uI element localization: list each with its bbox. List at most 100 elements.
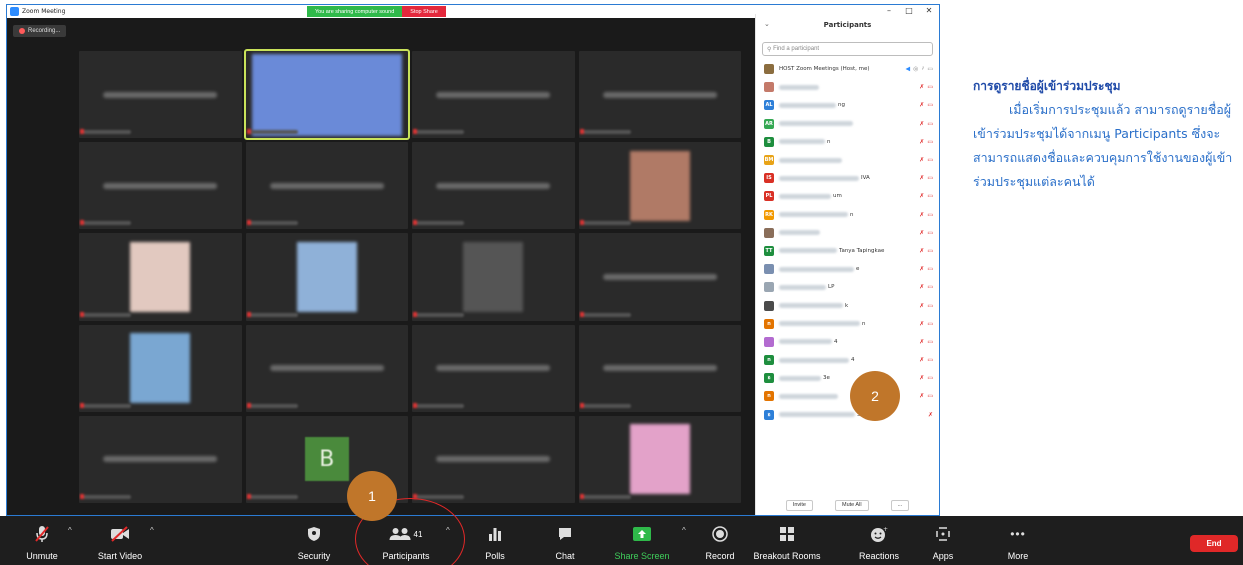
participant-row[interactable]: อ5✗: [756, 406, 939, 424]
recording-indicator[interactable]: Recording...: [13, 25, 67, 37]
tile-participant-name: [436, 182, 551, 189]
participant-row[interactable]: TT Tanya Tapingkae ✗ ▭: [756, 242, 939, 260]
security-button[interactable]: Security: [294, 516, 334, 565]
participant-row[interactable]: n ✗ ▭: [756, 387, 939, 405]
participant-row[interactable]: k ✗ ▭: [756, 296, 939, 314]
share-caret-icon[interactable]: ^: [682, 526, 686, 535]
mic-muted-icon: ✗: [919, 212, 925, 219]
polls-button[interactable]: Polls: [480, 516, 510, 565]
video-tile[interactable]: [578, 142, 741, 230]
video-off-icon: ▭: [927, 175, 933, 182]
share-screen-label: Share Screen: [614, 551, 670, 561]
record-button[interactable]: Record: [702, 516, 738, 565]
mute-all-button[interactable]: Mute All: [834, 499, 869, 511]
end-meeting-button[interactable]: End: [1190, 535, 1238, 552]
video-tile[interactable]: [412, 142, 575, 230]
stop-share-button[interactable]: Stop Share: [402, 6, 446, 17]
tile-name-label: [413, 311, 464, 317]
participant-row[interactable]: AR ✗ ▭: [756, 115, 939, 133]
participant-status-icons: ✗ ▭: [919, 357, 933, 364]
participant-row[interactable]: LP ✗ ▭: [756, 278, 939, 296]
more-button[interactable]: ••• More: [1004, 516, 1032, 565]
participant-row[interactable]: AL ng ✗ ▭: [756, 96, 939, 114]
video-caret-icon[interactable]: ^: [150, 526, 154, 535]
video-tile[interactable]: [412, 51, 575, 139]
mic-muted-icon: ✗: [919, 175, 925, 182]
video-tile[interactable]: [245, 324, 408, 412]
participant-row[interactable]: ✗ ▭: [756, 224, 939, 242]
participant-photo: [629, 424, 690, 495]
participant-row[interactable]: PL um ✗ ▭: [756, 187, 939, 205]
participant-row[interactable]: Bn ✗ ▭: [756, 133, 939, 151]
video-tile[interactable]: [578, 51, 741, 139]
participant-avatar: อ: [764, 409, 774, 420]
apps-button[interactable]: Apps: [930, 516, 956, 565]
video-off-icon: ▭: [927, 284, 933, 291]
video-tile[interactable]: [79, 142, 242, 230]
participant-avatar: AL: [764, 100, 774, 111]
mic-muted-icon: ✗: [927, 412, 933, 419]
polls-label: Polls: [485, 551, 505, 561]
instruction-note: การดูรายชื่อผู้เข้าร่วมประชุม เมื่อเริ่ม…: [973, 77, 1238, 194]
tile-name-label: [579, 402, 631, 408]
participant-photo: [463, 241, 524, 312]
video-tile[interactable]: [412, 324, 575, 412]
video-tile[interactable]: [245, 233, 408, 321]
mic-muted-icon: ✗: [919, 230, 925, 237]
participant-avatar: n: [764, 391, 774, 402]
participant-row[interactable]: RK n ✗ ▭: [756, 206, 939, 224]
participant-status-icons: ✗ ▭: [919, 375, 933, 382]
participant-avatar: B: [764, 136, 774, 147]
participant-row[interactable]: BM ✗ ▭: [756, 151, 939, 169]
video-tile[interactable]: [79, 324, 242, 412]
participant-row[interactable]: ✗ ▭: [756, 78, 939, 96]
video-tile[interactable]: [412, 233, 575, 321]
tile-participant-name: [436, 456, 551, 463]
participant-avatar: [764, 336, 774, 347]
unmute-caret-icon[interactable]: ^: [68, 526, 72, 535]
unmute-button[interactable]: ^ Unmute: [20, 516, 72, 565]
start-video-button[interactable]: ^ Start Video: [94, 516, 154, 565]
tile-name-label: [413, 402, 464, 408]
participant-name-visible: Tanya Tapingkae: [839, 247, 885, 254]
video-tile[interactable]: [578, 233, 741, 321]
record-icon: [712, 525, 728, 543]
invite-button[interactable]: Invite: [785, 499, 813, 511]
video-tile[interactable]: [79, 51, 242, 139]
chat-label: Chat: [555, 551, 575, 561]
panel-more-button[interactable]: ...: [890, 499, 910, 511]
video-tile[interactable]: [79, 233, 242, 321]
participant-photo: [629, 150, 690, 221]
participant-row[interactable]: IS IVA ✗ ▭: [756, 169, 939, 187]
video-tile[interactable]: [578, 415, 741, 503]
participant-row[interactable]: 4 ✗ ▭: [756, 333, 939, 351]
video-off-icon: ▭: [927, 375, 933, 382]
share-screen-icon: [633, 525, 651, 543]
video-tile[interactable]: [245, 142, 408, 230]
breakout-rooms-button[interactable]: Breakout Rooms: [746, 516, 828, 565]
participants-panel: ⌄ Participants ⚲ Find a participant HOST…: [755, 14, 939, 515]
video-off-icon: ▭: [927, 84, 933, 91]
video-tile[interactable]: [79, 415, 242, 503]
video-off-icon: ▭: [927, 102, 933, 109]
breakout-rooms-icon: [779, 525, 795, 543]
video-tile[interactable]: [412, 415, 575, 503]
participant-name-visible: 4: [834, 338, 838, 345]
participant-row[interactable]: e ✗ ▭: [756, 260, 939, 278]
participant-row[interactable]: n 4 ✗ ▭: [756, 351, 939, 369]
reactions-button[interactable]: + Reactions: [854, 516, 904, 565]
polls-bar-icon: [488, 525, 502, 543]
participant-row[interactable]: n n ✗ ▭: [756, 315, 939, 333]
participant-name-blurred: [779, 375, 821, 381]
reactions-smiley-icon: +: [870, 525, 888, 543]
participant-row-host[interactable]: HOST Zoom Meetings (Host, me) ◀︎ ◎ ♪ ▭: [756, 60, 939, 78]
collapse-chevron-icon[interactable]: ⌄: [764, 20, 770, 28]
share-screen-button[interactable]: ^ Share Screen: [610, 516, 685, 565]
chat-button[interactable]: Chat: [550, 516, 580, 565]
participant-row[interactable]: อ 3e ✗ ▭: [756, 369, 939, 387]
participant-search-input[interactable]: ⚲ Find a participant: [762, 42, 933, 56]
participant-avatar: [764, 300, 774, 311]
video-tile[interactable]: [578, 324, 741, 412]
panel-title: Participants: [823, 21, 872, 29]
video-tile[interactable]: [243, 48, 410, 141]
